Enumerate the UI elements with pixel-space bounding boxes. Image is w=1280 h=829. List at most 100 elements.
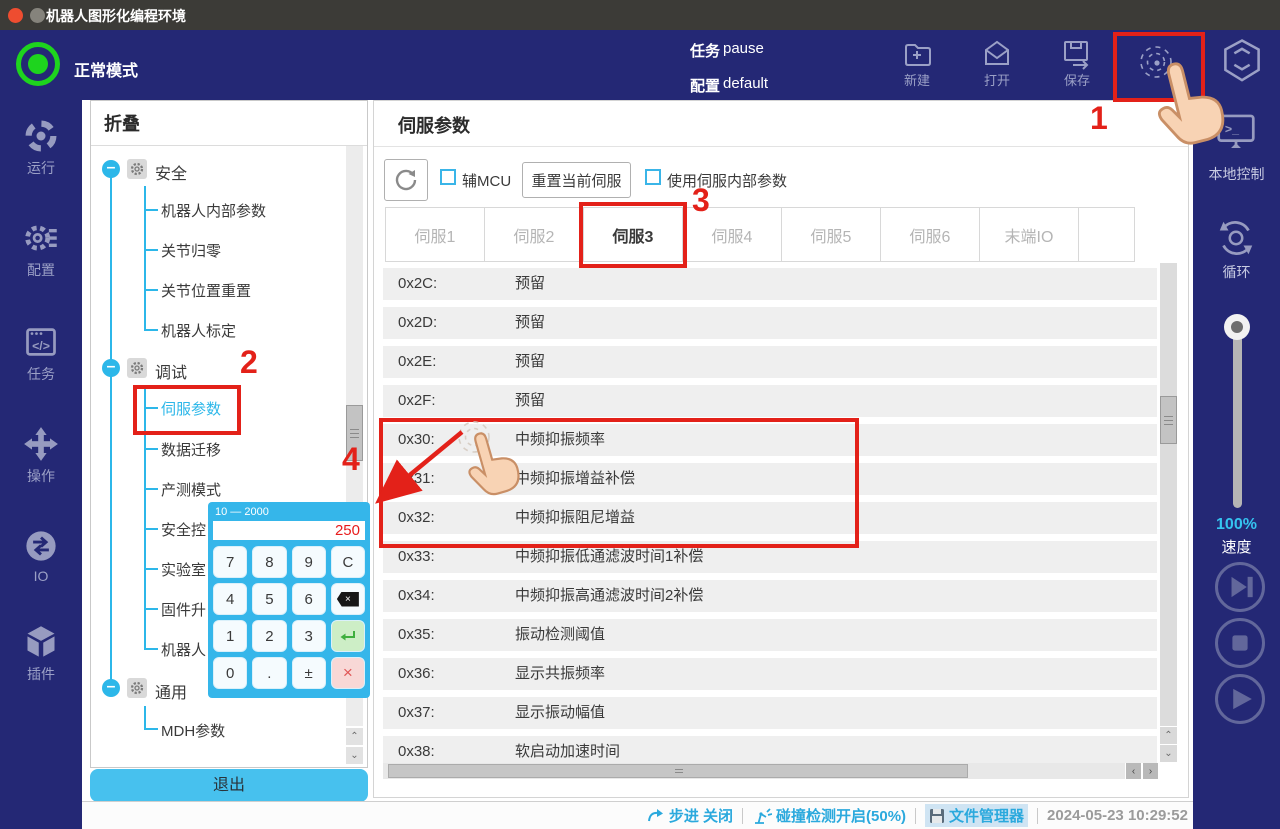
sidebar-item-config[interactable]: 配置 [0,220,82,280]
config-value: default [723,75,768,92]
param-row[interactable]: 0x35:振动检测阈值 [383,619,1157,651]
tree-item-firmware-upgrade[interactable]: 固件升 [161,599,206,620]
loop-label: 循环 [1193,262,1280,282]
collision-detect-status[interactable]: 碰撞检测开启(50%) [752,805,906,826]
window-minimize-button[interactable] [30,8,45,23]
tab-servo5[interactable]: 伺服5 [782,208,881,261]
param-row[interactable]: 0x37:显示振动幅值 [383,697,1157,729]
tab-end-io[interactable]: 末端IO [980,208,1079,261]
tree-item-robot-calibration[interactable]: 机器人标定 [161,320,236,341]
key-5[interactable]: 5 [252,583,286,615]
scroll-right-button[interactable]: › [1143,763,1158,779]
play-button[interactable] [1215,674,1265,724]
aux-mcu-checkbox[interactable] [440,169,456,185]
tree-group-general[interactable]: 通用 [155,679,187,703]
reset-servo-button[interactable]: 重置当前伺服 [522,162,631,198]
key-9[interactable]: 9 [292,546,326,578]
table-scrollbar-thumb[interactable] [1160,396,1177,444]
key-4[interactable]: 4 [213,583,247,615]
open-button[interactable]: 打开 [962,38,1032,89]
key-close[interactable]: × [331,657,365,689]
param-row[interactable]: 0x2C:预留 [383,268,1157,300]
key-2[interactable]: 2 [252,620,286,652]
file-manager-button[interactable]: 文件管理器 [925,804,1028,827]
key-7[interactable]: 7 [213,546,247,578]
tree-connector [144,186,146,330]
skip-next-button[interactable] [1215,562,1265,612]
tree-item-robot[interactable]: 机器人 [161,639,206,660]
table-scrollbar-track[interactable] [1160,263,1177,726]
refresh-button[interactable] [384,159,428,201]
tree-item-data-migration[interactable]: 数据迁移 [161,439,221,460]
param-row[interactable]: 0x2D:预留 [383,307,1157,339]
tree-item-mdh-params[interactable]: MDH参数 [161,720,225,741]
key-dot[interactable]: . [252,657,286,689]
window-title: 机器人图形化编程环境 [46,6,186,26]
use-internal-checkbox[interactable] [645,169,661,185]
tree-collapse-toggle[interactable]: – [102,359,120,377]
tree-group-debug[interactable]: 调试 [155,359,187,383]
divider [915,808,916,824]
panel-title: 伺服参数 [398,112,470,138]
file-manager-icon [929,808,945,824]
cube-3d-icon[interactable] [1220,38,1264,89]
stop-icon [1218,621,1262,665]
loop-button[interactable] [1216,218,1256,263]
exit-button[interactable]: 退出 [90,769,368,802]
sidebar-item-plugin[interactable]: 插件 [0,624,82,684]
param-row[interactable]: 0x38:软启动加速时间 [383,736,1157,763]
param-row[interactable]: 0x34:中频抑振高通滤波时间2补偿 [383,580,1157,612]
tree-item-robot-internal-params[interactable]: 机器人内部参数 [161,200,266,221]
tab-servo2[interactable]: 伺服2 [485,208,584,261]
tree-collapse-toggle[interactable]: – [102,679,120,697]
param-row[interactable]: 0x2E:预留 [383,346,1157,378]
sidebar-item-io[interactable]: IO [0,528,82,584]
key-8[interactable]: 8 [252,546,286,578]
scroll-up-button[interactable]: ⌃ [1160,727,1177,744]
tab-servo1[interactable]: 伺服1 [386,208,485,261]
key-1[interactable]: 1 [213,620,247,652]
tree-group-safety[interactable]: 安全 [155,160,187,184]
tree-item-safety-control[interactable]: 安全控 [161,519,206,540]
key-0[interactable]: 0 [213,657,247,689]
sidebar-item-run[interactable]: 运行 [0,118,82,178]
stop-button[interactable] [1215,618,1265,668]
param-row[interactable]: 0x2F:预留 [383,385,1157,417]
window-title-bar: 机器人图形化编程环境 [0,0,1280,30]
left-sidebar: 运行 配置 </> 任务 操作 [0,100,82,829]
tree-item-production-test[interactable]: 产测模式 [161,479,221,500]
scroll-down-button[interactable]: ⌄ [346,747,363,764]
key-plusminus[interactable]: ± [292,657,326,689]
save-button[interactable]: 保存 [1042,38,1112,89]
open-label: 打开 [984,73,1010,88]
sidebar-item-operate[interactable]: 操作 [0,426,82,486]
move-icon [23,426,59,462]
header-bar: 正常模式 任务 pause 配置 default 新建 打开 [0,30,1280,100]
local-control-button[interactable]: >_ [1215,112,1257,157]
new-button[interactable]: 新建 [882,38,952,89]
key-6[interactable]: 6 [292,583,326,615]
h-scrollbar-thumb[interactable] [388,764,968,778]
key-3[interactable]: 3 [292,620,326,652]
sidebar-item-task[interactable]: </> 任务 [0,324,82,384]
scroll-down-button[interactable]: ⌄ [1160,745,1177,762]
scroll-left-button[interactable]: ‹ [1126,763,1141,779]
tree-collapse-toggle[interactable]: – [102,160,120,178]
divider [742,808,743,824]
key-clear[interactable]: C [331,546,365,578]
scroll-up-button[interactable]: ⌃ [346,728,363,745]
tree-item-joint-zero[interactable]: 关节归零 [161,240,221,261]
keypad-input[interactable]: 250 [213,521,365,540]
key-backspace[interactable]: × [331,583,365,615]
key-enter[interactable] [331,620,365,652]
save-label: 保存 [1064,73,1090,88]
window-close-button[interactable] [8,8,23,23]
use-internal-label: 使用伺服内部参数 [667,170,787,191]
divider [1037,808,1038,824]
tab-servo6[interactable]: 伺服6 [881,208,980,261]
step-mode-status[interactable]: 步进 关闭 [647,805,733,826]
tree-item-laboratory[interactable]: 实验室 [161,559,206,580]
speed-slider-track[interactable] [1233,332,1242,508]
param-row[interactable]: 0x36:显示共振频率 [383,658,1157,690]
tree-item-joint-position-reset[interactable]: 关节位置重置 [161,280,251,301]
